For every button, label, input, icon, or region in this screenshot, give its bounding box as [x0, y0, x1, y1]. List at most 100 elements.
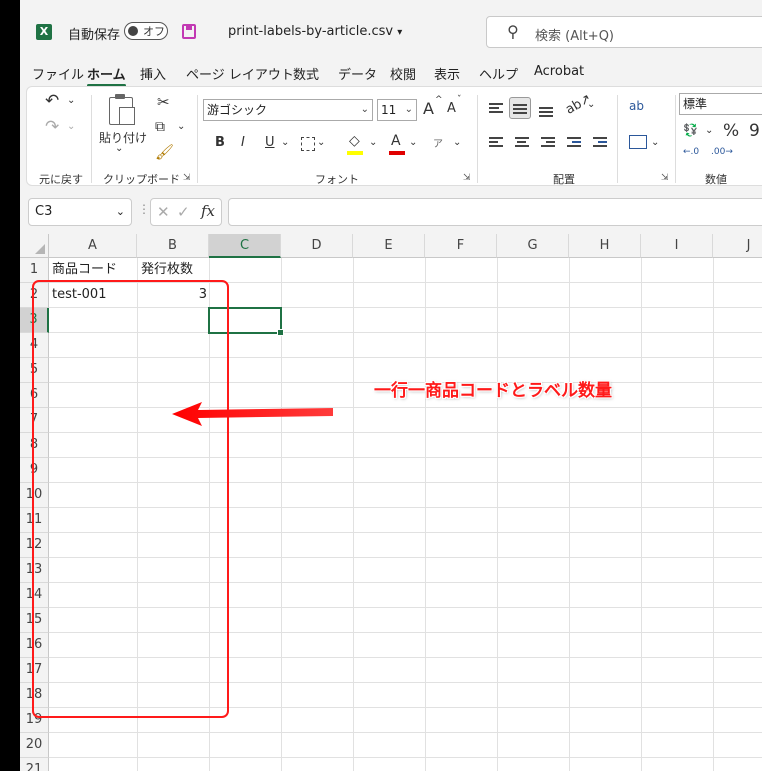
align-top-icon[interactable] [489, 103, 503, 115]
column-header-a[interactable]: A [49, 234, 137, 258]
merge-center-icon[interactable] [629, 135, 647, 149]
chevron-down-icon[interactable]: ⌄ [409, 137, 417, 148]
chevron-down-icon[interactable]: ⌄ [453, 137, 461, 148]
chevron-down-icon[interactable]: ⌄ [67, 121, 75, 132]
name-box[interactable]: C3 ⌄ [28, 198, 132, 226]
comma-style-button[interactable]: 9 [749, 121, 760, 141]
row-header[interactable]: 21 [20, 758, 49, 771]
tab-acrobat[interactable]: Acrobat [534, 64, 584, 79]
annotation-arrow-icon [172, 402, 333, 426]
chevron-down-icon[interactable]: ⌄ [651, 137, 659, 148]
ribbon-panel: ↶ ⌄ ↷ ⌄ 元に戻す 貼り付け ⌄ ✂ ⧉ ⌄ 🖌 クリップボード ⇲ 游ゴ… [26, 86, 762, 186]
format-painter-icon[interactable]: 🖌 [155, 143, 174, 161]
autosave-state: オフ [143, 25, 165, 38]
cut-icon[interactable]: ✂ [157, 93, 170, 111]
align-right-icon[interactable] [541, 137, 555, 149]
borders-icon[interactable] [301, 137, 315, 151]
dialog-launcher-icon[interactable]: ⇲ [183, 173, 191, 183]
tab-formulas[interactable]: 数式 [293, 64, 319, 83]
chevron-down-icon: ▾ [397, 27, 403, 38]
underline-button[interactable]: U [265, 135, 275, 150]
autosave-toggle[interactable]: オフ [124, 22, 168, 40]
formula-input[interactable] [228, 198, 762, 226]
insert-function-button[interactable]: fx [201, 202, 215, 220]
align-center-icon[interactable] [515, 137, 529, 149]
column-header-d[interactable]: D [281, 234, 353, 258]
save-icon[interactable] [182, 24, 196, 39]
search-box[interactable]: ⚲ 検索 (Alt+Q) [486, 16, 762, 48]
caret-down-icon: ˇ [457, 95, 462, 105]
column-header-f[interactable]: F [425, 234, 497, 258]
tab-file[interactable]: ファイル [32, 64, 84, 83]
decrease-decimal-button[interactable]: .00→ [711, 147, 733, 157]
dialog-launcher-icon[interactable]: ⇲ [661, 173, 669, 183]
paste-icon[interactable] [109, 94, 135, 125]
increase-decimal-button[interactable]: ←.0 [683, 147, 699, 157]
chevron-down-icon[interactable]: ⌄ [115, 143, 123, 154]
column-header-b[interactable]: B [137, 234, 209, 258]
tab-data[interactable]: データ [338, 64, 377, 83]
tab-help[interactable]: ヘルプ [479, 64, 518, 83]
tab-page-layout[interactable]: ページ レイアウト [186, 64, 294, 83]
fill-color-icon[interactable]: ◇ [349, 133, 360, 149]
chevron-down-icon[interactable]: ⌄ [587, 99, 595, 110]
chevron-down-icon: ⌄ [115, 205, 125, 218]
enter-icon[interactable]: ✓ [177, 203, 190, 221]
font-name-select[interactable]: 游ゴシック ⌄ [203, 99, 373, 121]
redo-icon[interactable]: ↷ [45, 117, 59, 137]
decrease-decimal-glyph: .00 [711, 147, 726, 157]
wrap-text-icon[interactable]: ab [629, 99, 644, 113]
increase-indent-icon[interactable] [593, 137, 607, 149]
tab-view[interactable]: 表示 [434, 64, 460, 83]
undo-icon[interactable]: ↶ [45, 91, 59, 111]
column-header-c[interactable]: C [209, 234, 281, 258]
column-header-i[interactable]: I [641, 234, 713, 258]
font-size-select[interactable]: 11 ⌄ [377, 99, 417, 121]
column-header-e[interactable]: E [353, 234, 425, 258]
file-name[interactable]: print-labels-by-article.csv ▾ [228, 24, 402, 39]
shrink-font-button[interactable]: A [447, 101, 456, 116]
dialog-launcher-icon[interactable]: ⇲ [463, 173, 471, 183]
column-header-j[interactable]: J [713, 234, 762, 258]
chevron-down-icon[interactable]: ⌄ [67, 95, 75, 106]
select-all-button[interactable] [20, 234, 49, 258]
number-format-select[interactable]: 標準 [679, 93, 762, 115]
align-middle-button[interactable] [509, 97, 531, 119]
increase-decimal-glyph: .0 [690, 147, 700, 157]
number-format-value: 標準 [683, 97, 708, 111]
percent-button[interactable]: % [723, 121, 739, 141]
column-header-h[interactable]: H [569, 234, 641, 258]
separator [675, 95, 676, 183]
decrease-indent-icon[interactable] [567, 137, 581, 149]
font-color-button[interactable]: A [391, 133, 401, 149]
column-header-g[interactable]: G [497, 234, 569, 258]
font-group-label: フォント [315, 173, 359, 186]
copy-icon[interactable]: ⧉ [155, 119, 165, 135]
excel-window: X 自動保存 オフ print-labels-by-article.csv ▾ … [20, 0, 762, 771]
chevron-down-icon[interactable]: ⌄ [281, 137, 289, 148]
tab-home[interactable]: ホーム [87, 64, 126, 87]
cancel-icon[interactable]: ✕ [157, 203, 170, 221]
phonetic-button[interactable]: ア [433, 135, 443, 150]
separator [617, 95, 618, 183]
tab-insert[interactable]: 挿入 [140, 64, 166, 83]
bold-button[interactable]: B [215, 135, 225, 150]
row-header[interactable]: 20 [20, 733, 49, 758]
cell-b1[interactable]: 発行枚数 [141, 258, 193, 282]
cell-a1[interactable]: 商品コード [52, 258, 117, 282]
gridline [425, 258, 426, 771]
currency-icon[interactable]: 💱 [683, 123, 698, 137]
align-bottom-icon[interactable] [539, 107, 553, 119]
chevron-down-icon[interactable]: ⌄ [177, 121, 185, 132]
chevron-down-icon[interactable]: ⌄ [705, 125, 713, 136]
excel-logo-icon: X [36, 24, 52, 40]
chevron-down-icon[interactable]: ⌄ [369, 137, 377, 148]
separator [197, 95, 198, 183]
tab-review[interactable]: 校閲 [390, 64, 416, 83]
more-vertical-icon[interactable]: ⋮ [138, 202, 150, 216]
formula-buttons: ✕ ✓ fx [150, 198, 222, 226]
align-left-icon[interactable] [489, 137, 503, 149]
italic-button[interactable]: I [241, 135, 245, 150]
grow-font-button[interactable]: A [423, 99, 434, 118]
chevron-down-icon[interactable]: ⌄ [317, 137, 325, 148]
